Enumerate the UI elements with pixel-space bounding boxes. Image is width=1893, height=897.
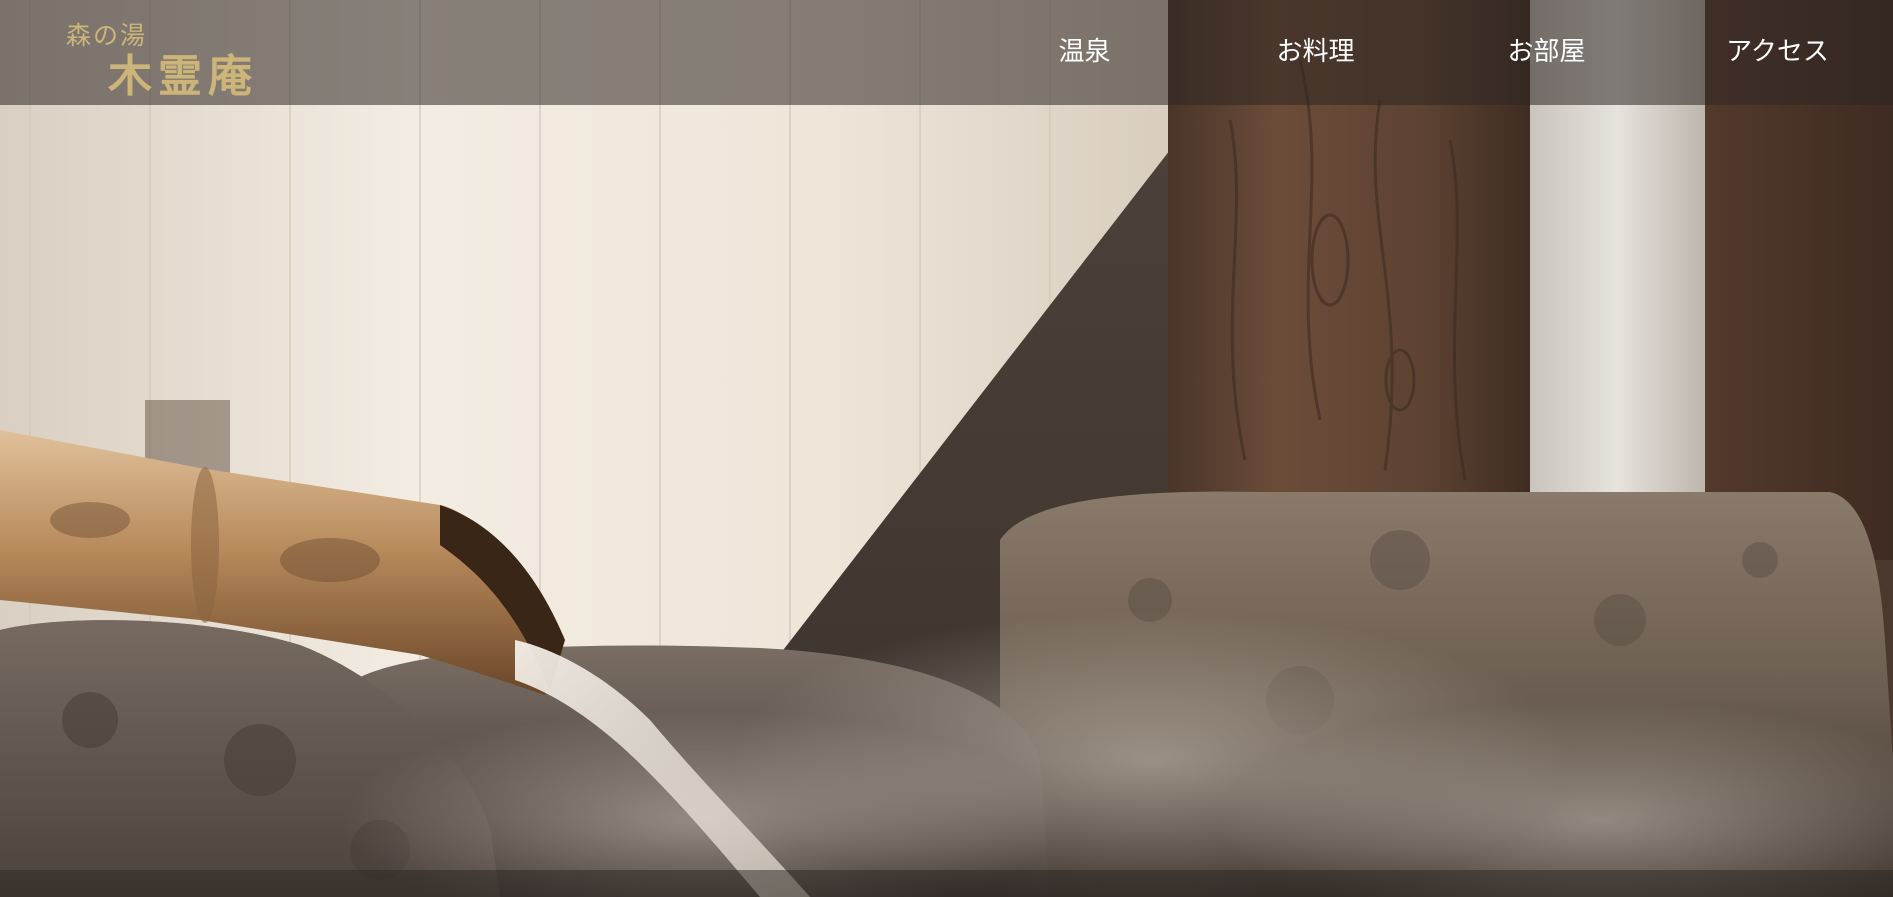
site-header: 森の湯 木霊庵 温泉 お料理 お部屋 アクセス	[0, 0, 1893, 105]
hero-image	[0, 0, 1893, 897]
nav-item-cuisine[interactable]: お料理	[1200, 0, 1431, 105]
site-logo[interactable]: 森の湯 木霊庵	[64, 16, 294, 102]
nav-item-access[interactable]: アクセス	[1662, 0, 1893, 105]
main-nav: 温泉 お料理 お部屋 アクセス	[969, 0, 1893, 105]
logo-title: 木霊庵	[108, 51, 258, 102]
page: 森の湯 木霊庵 温泉 お料理 お部屋 アクセス	[0, 0, 1893, 897]
nav-item-rooms[interactable]: お部屋	[1431, 0, 1662, 105]
nav-item-onsen[interactable]: 温泉	[969, 0, 1200, 105]
